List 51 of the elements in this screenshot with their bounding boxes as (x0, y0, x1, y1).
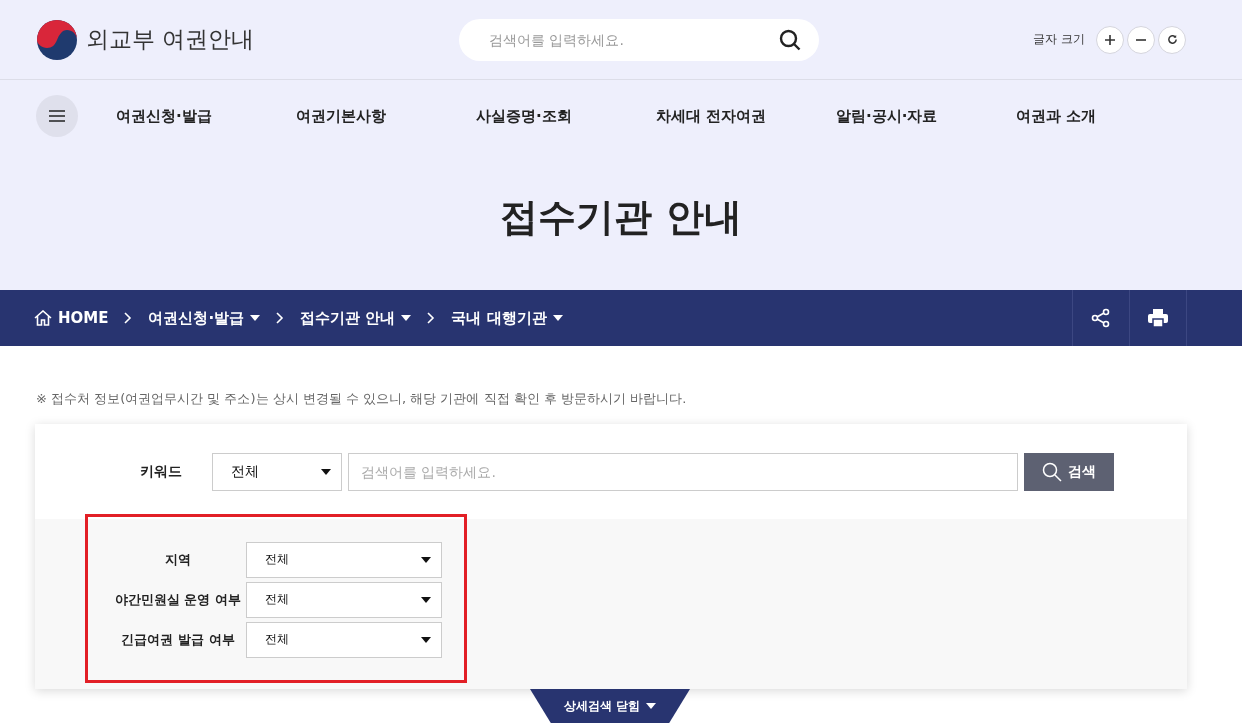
keyword-label: 키워드 (140, 462, 183, 481)
nav-item[interactable]: 여권과 소개 (1016, 106, 1196, 126)
caret-icon (646, 703, 657, 709)
nav-item[interactable]: 알림·공시·자료 (836, 106, 1016, 126)
zoom-in-button[interactable] (1096, 25, 1124, 54)
caret-icon (421, 636, 431, 643)
search-icon (1042, 461, 1062, 482)
reset-button[interactable] (1158, 25, 1186, 54)
logo-icon (36, 18, 78, 61)
font-size-label: 글자 크기 (1033, 31, 1085, 48)
nav-item[interactable]: 여권기본사항 (296, 106, 476, 126)
breadcrumb-link[interactable]: 접수기관 안내 (300, 308, 412, 328)
caret-icon (421, 596, 431, 603)
search-button[interactable]: 검색 (1024, 452, 1114, 491)
keyword-select[interactable]: 전체 (212, 452, 342, 491)
logo-text: 외교부 여권안내 (86, 25, 255, 54)
search-bar[interactable]: 검색어를 입력하세요. (459, 18, 819, 61)
search-icon[interactable] (779, 28, 801, 51)
filter-select[interactable]: 전체 (246, 621, 442, 658)
filter-label: 긴급여권 발급 여부 (120, 630, 236, 649)
zoom-out-button[interactable] (1127, 25, 1155, 54)
notice-text: ※ 접수처 정보(여권업무시간 및 주소)는 상시 변경될 수 있으니, 해당 기관에 직접 확인 후 방문하시기 바랍니다. (36, 390, 688, 408)
nav-item[interactable]: 사실증명·조회 (476, 106, 656, 126)
filter-label: 지역 (164, 550, 192, 569)
filter-select[interactable]: 전체 (246, 541, 442, 578)
caret-icon (421, 556, 431, 563)
detail-search-toggle[interactable]: 상세검색 닫힘 (530, 689, 690, 723)
refresh-icon (1166, 34, 1178, 45)
breadcrumb-link[interactable]: 국내 대행기관 (451, 308, 563, 328)
caret-icon (552, 315, 563, 321)
printer-icon (1148, 309, 1168, 327)
search-field[interactable]: 검색어를 입력하세요. (487, 30, 779, 49)
menu-button[interactable] (36, 95, 78, 137)
nav-item[interactable]: 여권신청·발급 (116, 106, 296, 126)
chevron-icon (124, 312, 133, 324)
plus-icon (1105, 34, 1115, 45)
home-icon (34, 310, 52, 326)
chevron-icon (427, 312, 436, 324)
share-icon (1091, 308, 1111, 328)
caret-icon (321, 468, 331, 475)
nav-item[interactable]: 차세대 전자여권 (656, 106, 836, 126)
filter-label: 야간민원실 운영 여부 (113, 590, 243, 609)
caret-icon (250, 315, 261, 321)
menu-icon (49, 110, 65, 122)
filter-select[interactable]: 전체 (246, 581, 442, 618)
chevron-icon (276, 312, 285, 324)
caret-icon (401, 315, 412, 321)
breadcrumb-link[interactable]: 여권신청·발급 (148, 308, 261, 328)
page-title: 접수기관 안내 (499, 194, 743, 241)
breadcrumb-link[interactable]: HOME (34, 309, 109, 327)
keyword-input[interactable]: 검색어를 입력하세요. (348, 452, 1018, 491)
